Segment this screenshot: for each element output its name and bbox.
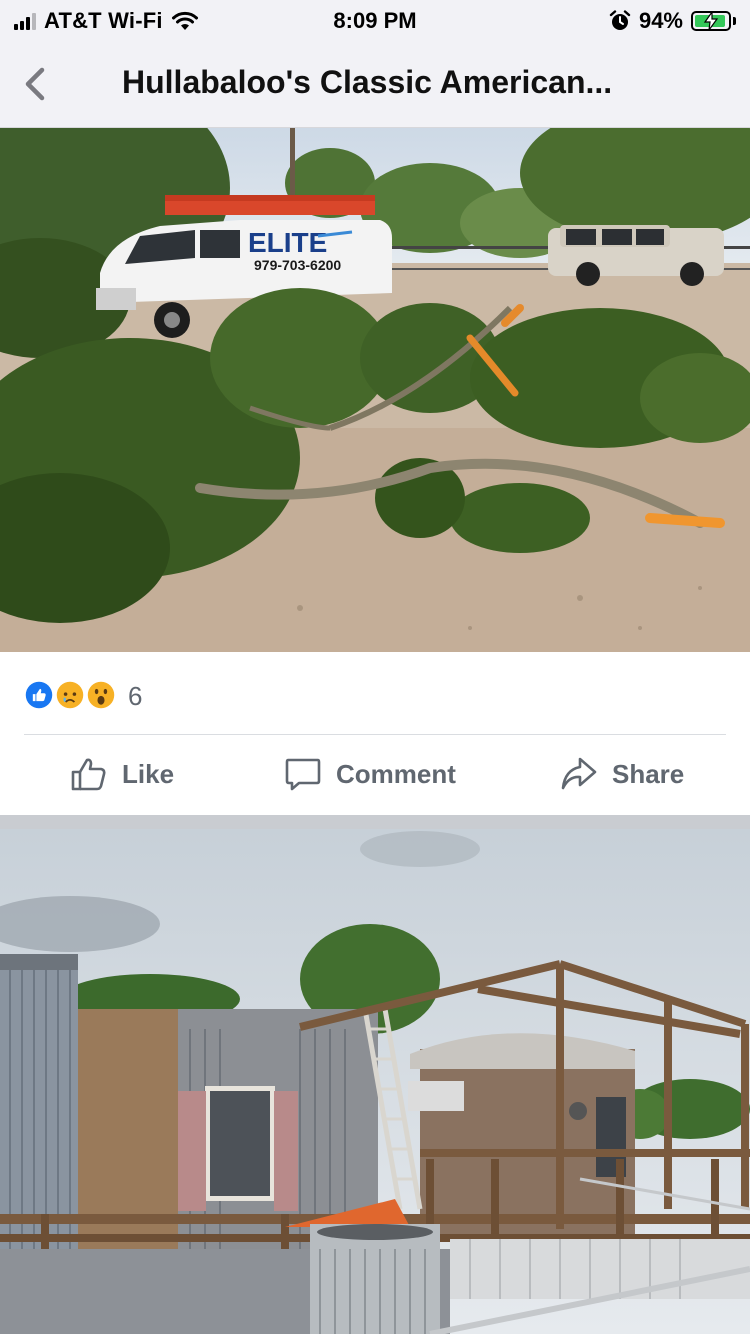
alarm-icon [609, 10, 631, 30]
charging-bolt-icon [703, 12, 719, 30]
share-icon [561, 757, 597, 790]
status-bar: AT&T Wi-Fi 8:09 PM 94% [0, 0, 750, 40]
back-chevron-icon[interactable] [18, 64, 54, 104]
ac-unit [310, 1224, 440, 1334]
like-label: Like [122, 758, 175, 789]
sad-reaction-icon [53, 678, 87, 712]
post-photo-damaged-building[interactable] [0, 829, 750, 1334]
comment-label: Comment [336, 758, 456, 789]
page-title: Hullabaloo's Classic American... [122, 64, 613, 100]
reaction-count[interactable]: 6 [128, 681, 142, 712]
wow-reaction-icon [84, 678, 118, 712]
battery-cap [733, 17, 736, 25]
post-separator [0, 815, 750, 829]
battery-percent: 94% [638, 8, 683, 33]
thumbs-up-icon [71, 758, 106, 791]
share-button[interactable]: Share [560, 755, 684, 793]
like-button[interactable]: Like [70, 755, 174, 793]
reaction-icons[interactable] [22, 678, 118, 712]
van-brand: ELITE [248, 227, 327, 258]
post-actions-bar: Like Comment Share [0, 735, 750, 815]
battery-icon [691, 11, 731, 31]
fallen-tree-illustration: ELITE 979-703-6200 [0, 128, 750, 652]
like-reaction-icon [22, 678, 56, 712]
comment-icon [285, 758, 321, 791]
navigation-bar: Hullabaloo's Classic American... [0, 40, 750, 128]
post-photo-fallen-tree[interactable]: ELITE 979-703-6200 [0, 128, 750, 652]
reactions-summary: 6 [0, 652, 750, 734]
comment-button[interactable]: Comment [284, 755, 456, 793]
damaged-building-illustration [0, 829, 750, 1334]
van-phone: 979-703-6200 [254, 257, 341, 273]
share-label: Share [612, 758, 685, 789]
